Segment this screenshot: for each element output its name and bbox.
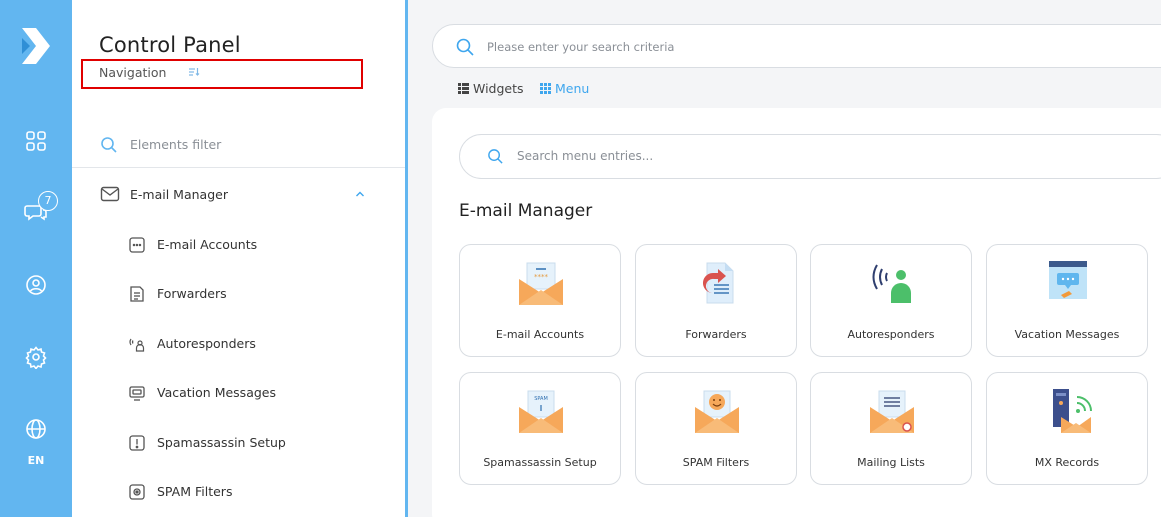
- nav-item-label: Vacation Messages: [157, 385, 276, 400]
- page-title: Control Panel: [99, 33, 241, 57]
- vacation-messages-icon: [1049, 261, 1087, 299]
- settings-icon[interactable]: [24, 345, 48, 369]
- nav-item-label: E-mail Accounts: [157, 237, 258, 252]
- envelope-icon: [100, 186, 120, 202]
- nav-item-autoresponders[interactable]: Autoresponders: [72, 329, 405, 357]
- elements-filter-placeholder: Elements filter: [130, 137, 222, 152]
- user-icon[interactable]: [24, 273, 48, 297]
- tile-spamassassin-setup[interactable]: SPAM Spamassassin Setup: [459, 372, 621, 485]
- vacation-messages-icon: [129, 386, 145, 401]
- tab-menu[interactable]: Menu: [540, 81, 589, 99]
- tile-forwarders[interactable]: Forwarders: [635, 244, 797, 357]
- tab-menu-label: Menu: [555, 81, 590, 96]
- dashboard-icon[interactable]: [24, 129, 48, 153]
- list-icon: [458, 83, 469, 94]
- tile-label: E-mail Accounts: [495, 328, 585, 341]
- nav-item-vacation-messages[interactable]: Vacation Messages: [72, 378, 405, 406]
- spam-filters-icon: [695, 390, 739, 433]
- mailing-lists-icon: [870, 390, 914, 433]
- nav-item-label: Forwarders: [157, 286, 227, 301]
- grid-icon: [540, 83, 551, 94]
- spam-filters-icon: [129, 484, 145, 500]
- section-title: E-mail Manager: [459, 201, 593, 221]
- search-icon: [456, 38, 474, 56]
- nav-group-label: E-mail Manager: [130, 187, 228, 202]
- global-search-input[interactable]: Please enter your search criteria: [432, 24, 1161, 68]
- nav-item-spamassassin-setup[interactable]: Spamassassin Setup: [72, 428, 405, 456]
- global-search-placeholder: Please enter your search criteria: [487, 40, 675, 54]
- autoresponders-icon: [129, 338, 145, 352]
- tab-widgets[interactable]: Widgets: [458, 81, 524, 99]
- menu-panel: Search menu entries... E-mail Manager **…: [432, 108, 1161, 517]
- menu-search-input[interactable]: Search menu entries...: [459, 134, 1161, 179]
- nav-item-spam-filters[interactable]: SPAM Filters: [72, 477, 405, 505]
- svg-text:****: ****: [534, 273, 549, 281]
- notification-badge: 7: [38, 191, 58, 211]
- autoresponders-icon: [872, 264, 911, 303]
- main-content: Please enter your search criteria Widget…: [408, 0, 1161, 517]
- elements-filter[interactable]: Elements filter: [72, 128, 405, 168]
- spamassassin-icon: [129, 435, 145, 451]
- email-accounts-icon: [129, 237, 145, 253]
- left-rail: 7 EN: [0, 0, 72, 517]
- tile-vacation-messages[interactable]: Vacation Messages: [986, 244, 1148, 357]
- svg-text:SPAM: SPAM: [534, 396, 548, 402]
- tile-label: SPAM Filters: [682, 456, 750, 469]
- tile-label: Spamassassin Setup: [483, 456, 597, 469]
- tile-label: Autoresponders: [847, 328, 935, 341]
- tile-email-accounts[interactable]: **** E-mail Accounts: [459, 244, 621, 357]
- spamassassin-icon: SPAM: [519, 390, 563, 433]
- menu-search-placeholder: Search menu entries...: [517, 149, 654, 163]
- tab-widgets-label: Widgets: [473, 81, 524, 96]
- tile-label: MX Records: [1034, 456, 1100, 469]
- chevron-up-icon[interactable]: [354, 188, 366, 200]
- nav-item-label: Autoresponders: [157, 336, 256, 351]
- language-label[interactable]: EN: [0, 454, 72, 467]
- forwarders-icon: [130, 286, 144, 302]
- search-icon: [488, 149, 503, 164]
- navigation-panel: Control Panel Navigation Elements filter…: [72, 0, 405, 517]
- forwarders-icon: [702, 262, 734, 304]
- tile-mailing-lists[interactable]: Mailing Lists: [810, 372, 972, 485]
- search-icon: [101, 137, 117, 153]
- email-accounts-icon: ****: [519, 262, 563, 305]
- nav-item-label: SPAM Filters: [157, 484, 233, 499]
- logo-icon[interactable]: [18, 26, 54, 66]
- nav-item-forwarders[interactable]: Forwarders: [72, 279, 405, 307]
- mx-records-icon: [1053, 389, 1092, 433]
- tile-label: Forwarders: [685, 328, 747, 341]
- tile-label: Vacation Messages: [1014, 328, 1120, 341]
- tile-label: Mailing Lists: [857, 456, 925, 469]
- nav-item-email-accounts[interactable]: E-mail Accounts: [72, 230, 405, 258]
- tile-spam-filters[interactable]: SPAM Filters: [635, 372, 797, 485]
- highlight-box: [81, 59, 363, 89]
- tile-autoresponders[interactable]: Autoresponders: [810, 244, 972, 357]
- tile-mx-records[interactable]: MX Records: [986, 372, 1148, 485]
- nav-item-label: Spamassassin Setup: [157, 435, 286, 450]
- nav-group-email-manager[interactable]: E-mail Manager: [72, 180, 405, 208]
- globe-icon[interactable]: [24, 417, 48, 441]
